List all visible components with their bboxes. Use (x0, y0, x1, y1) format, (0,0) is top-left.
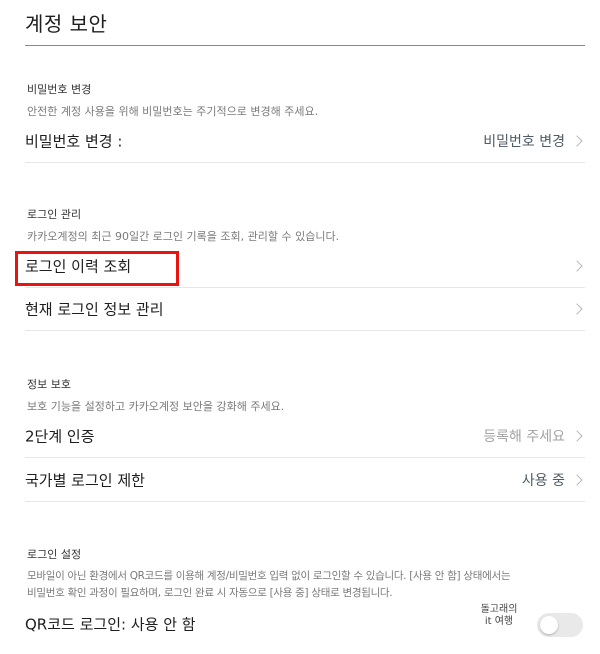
annotation-highlight-box (15, 251, 179, 286)
password-change-link[interactable]: 비밀번호 변경 (483, 131, 565, 151)
qr-login-label: QR코드 로그인: 사용 안 함 (25, 615, 196, 634)
two-step-auth-status: 등록해 주세요 (483, 429, 565, 445)
chevron-right-icon (571, 260, 583, 272)
login-settings-title: 로그인 설정 (27, 548, 82, 561)
country-login-restriction-row[interactable]: 국가별 로그인 제한 사용 중 (25, 459, 585, 502)
login-management-title: 로그인 관리 (27, 208, 82, 221)
password-change-right: 비밀번호 변경 (483, 131, 585, 151)
watermark-line2: it 여행 (484, 616, 514, 627)
chevron-right-icon (571, 135, 583, 147)
chevron-right-icon (571, 474, 583, 486)
two-step-auth-right: 등록해 주세요 (483, 426, 585, 446)
title-divider (25, 45, 585, 46)
current-login-info-right (571, 303, 585, 315)
chevron-right-icon (571, 430, 583, 442)
chevron-right-icon (571, 303, 583, 315)
country-login-restriction-label: 국가별 로그인 제한 (25, 471, 145, 490)
country-login-restriction-status: 사용 중 (521, 473, 565, 489)
password-section-description: 안전한 계정 사용을 위해 비밀번호는 주기적으로 변경해 주세요. (27, 105, 319, 118)
login-management-description: 카카오계정의 최근 90일간 로그인 기록을 조회, 관리할 수 있습니다. (27, 230, 340, 243)
password-section-title: 비밀번호 변경 (27, 83, 92, 96)
watermark: 돌고래의 it 여행 (468, 604, 530, 628)
password-change-label: 비밀번호 변경 : (25, 132, 123, 151)
password-change-row[interactable]: 비밀번호 변경 : 비밀번호 변경 (25, 120, 585, 163)
login-history-right (571, 260, 585, 272)
watermark-line1: 돌고래의 (480, 604, 518, 615)
two-step-auth-label: 2단계 인증 (25, 427, 95, 446)
info-protection-title: 정보 보호 (27, 378, 71, 391)
current-login-info-label: 현재 로그인 정보 관리 (25, 300, 164, 319)
toggle-knob (540, 616, 558, 634)
country-login-restriction-right: 사용 중 (522, 470, 585, 490)
current-login-info-row[interactable]: 현재 로그인 정보 관리 (25, 288, 585, 331)
qr-login-toggle[interactable] (537, 613, 583, 637)
login-settings-description-line2: 비밀번호 확인 과정이 필요하며, 로그인 완료 시 자동으로 [사용 중] 상… (27, 587, 393, 599)
login-settings-description-line1: 모바일이 아닌 환경에서 QR코드를 이용해 계정/비밀번호 입력 없이 로그인… (27, 570, 511, 582)
page-title: 계정 보안 (25, 12, 108, 36)
two-step-auth-row[interactable]: 2단계 인증 등록해 주세요 (25, 415, 585, 458)
info-protection-description: 보호 기능을 설정하고 카카오계정 보안을 강화해 주세요. (27, 400, 285, 413)
